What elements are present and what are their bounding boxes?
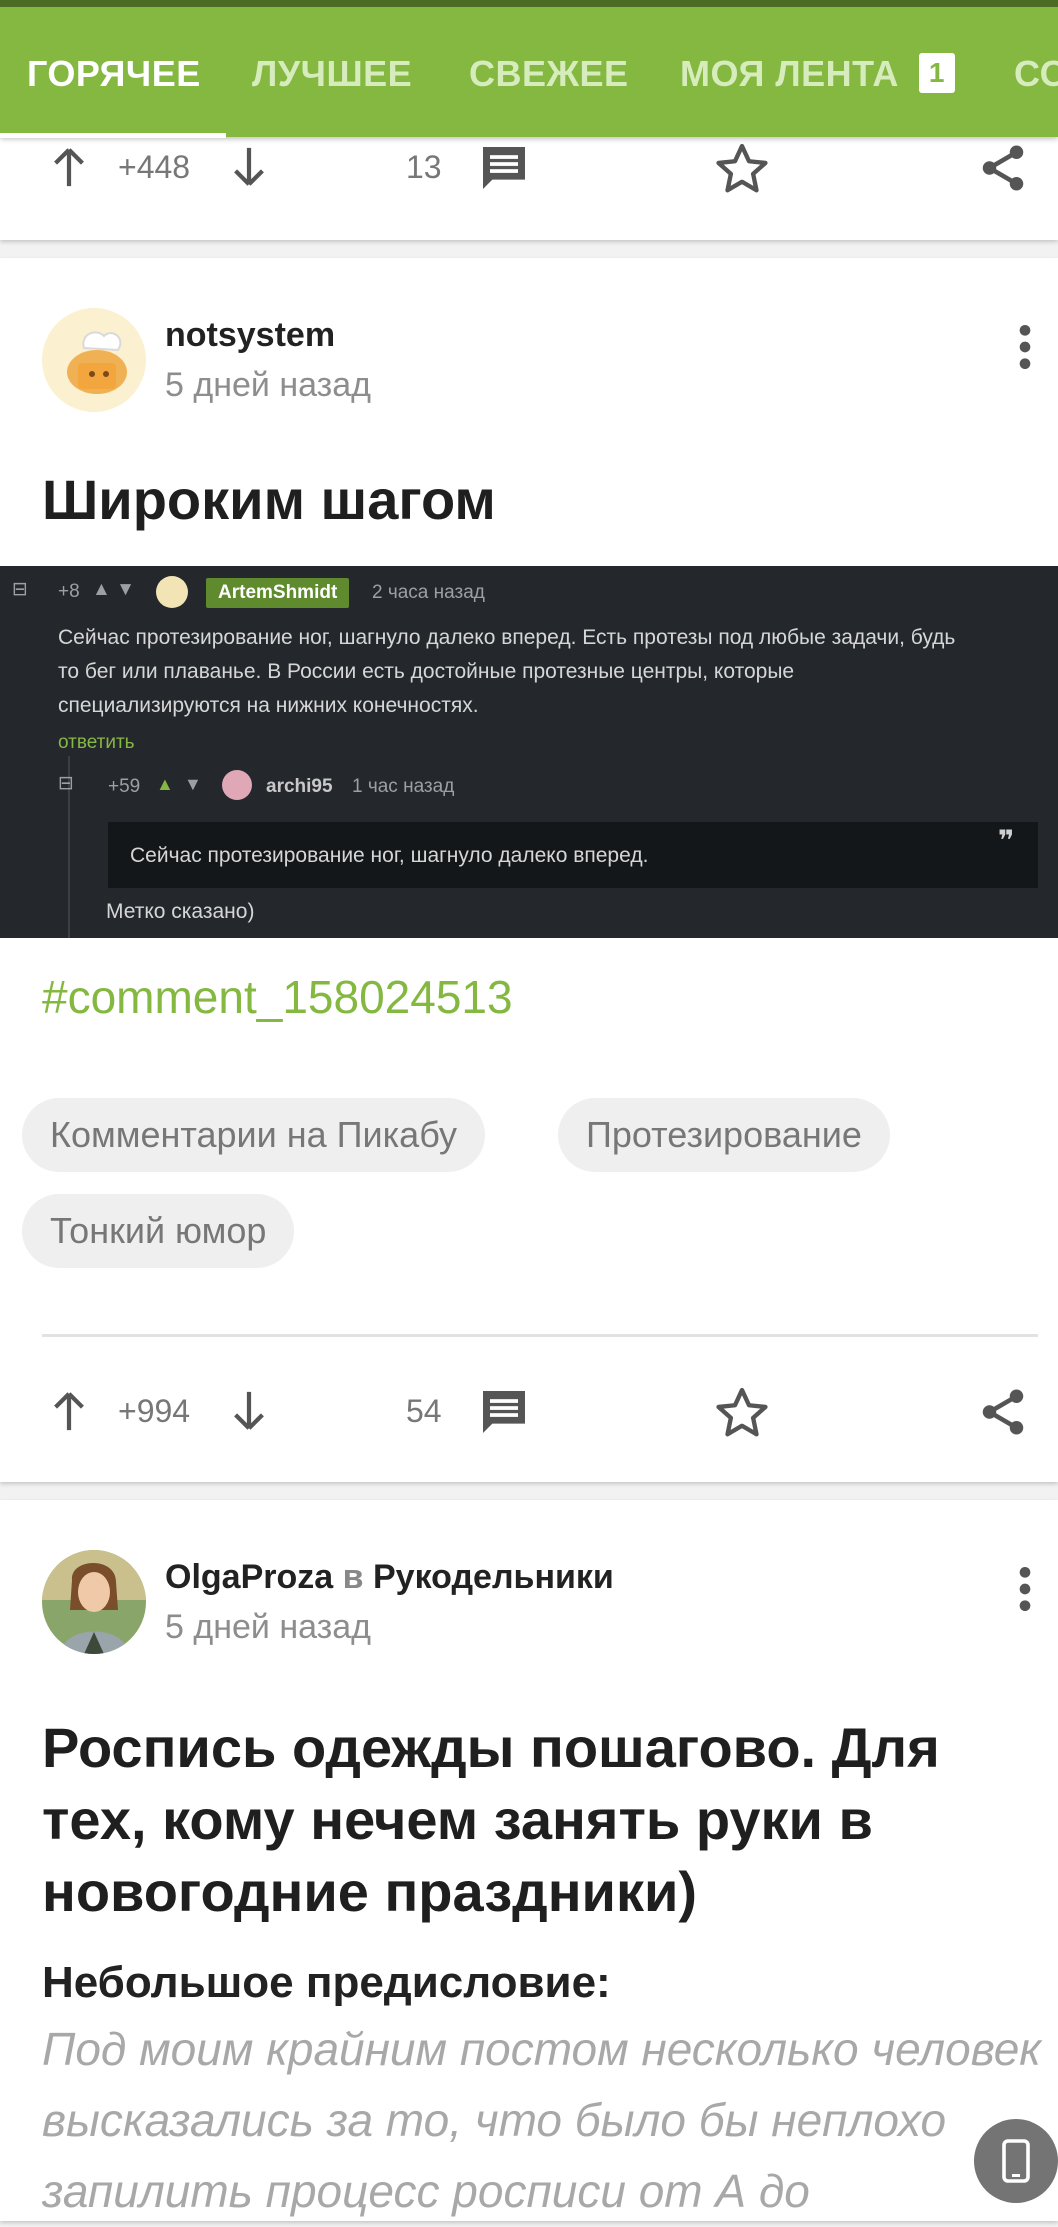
screenshot-reply-link: ответить <box>58 732 135 753</box>
feed-count-badge: 1 <box>918 53 955 93</box>
comments-count: 54 <box>406 1393 442 1429</box>
arrow-down-icon[interactable] <box>226 144 272 190</box>
author-line: OlgaProza в Рукодельники <box>165 1558 614 1597</box>
arrow-down-icon[interactable] <box>226 1388 272 1434</box>
author-name[interactable]: notsystem <box>165 316 335 355</box>
post-card: notsystem 5 дней назад Широким шагом ⊟ +… <box>0 258 1058 1482</box>
screenshot-quote: Сейчас протезирование ног, шагнуло далек… <box>130 844 649 867</box>
tag-pikabu-comments[interactable]: Комментарии на Пикабу <box>22 1098 486 1172</box>
tab-my-feed[interactable]: МОЯ ЛЕНТА 1 <box>680 7 955 137</box>
upvote-icon: ▲ <box>156 774 174 794</box>
post-time: 5 дней назад <box>165 1608 371 1646</box>
comment-link[interactable]: #comment_158024513 <box>42 970 513 1024</box>
post-title[interactable]: Широким шагом <box>42 464 1018 536</box>
star-icon[interactable] <box>712 140 772 198</box>
tag-subtle-humor[interactable]: Тонкий юмор <box>22 1194 295 1268</box>
comment-icon[interactable] <box>476 1384 532 1440</box>
collapse-icon: ⊟ <box>12 579 28 600</box>
collapse-icon-2: ⊟ <box>58 773 74 794</box>
comment-icon[interactable] <box>476 140 532 196</box>
tab-my-feed-label: МОЯ ЛЕНТА <box>680 53 899 94</box>
phone-icon <box>1002 2139 1030 2183</box>
tab-communities[interactable]: СО <box>1014 7 1058 137</box>
author-name[interactable]: OlgaProza <box>165 1558 333 1596</box>
share-icon[interactable] <box>976 140 1030 196</box>
screenshot-time-1: 2 часа назад <box>372 582 485 603</box>
post-subheading: Небольшое предисловие: <box>42 1958 611 2007</box>
more-options-icon[interactable] <box>1010 1564 1040 1614</box>
screenshot-score-1: +8 <box>58 581 80 602</box>
tabs: ГОРЯЧЕЕ ЛУЧШЕЕ СВЕЖЕЕ МОЯ ЛЕНТА 1 СО <box>0 7 1058 138</box>
screenshot-line-3: специализируются на нижних конечностях. <box>58 694 479 717</box>
post-time: 5 дней назад <box>165 366 371 404</box>
screenshot-avatar-2 <box>222 770 252 800</box>
post-rating: +994 <box>118 1393 191 1429</box>
tab-hot[interactable]: ГОРЯЧЕЕ <box>27 7 201 137</box>
arrow-up-icon[interactable] <box>46 1388 92 1434</box>
arrow-up-icon[interactable] <box>46 144 92 190</box>
tab-fresh[interactable]: СВЕЖЕЕ <box>469 7 629 137</box>
screenshot-score-2: +59 <box>108 776 141 797</box>
tag-prosthetics[interactable]: Протезирование <box>558 1098 890 1172</box>
avatar[interactable] <box>42 308 146 412</box>
vote-arrows-icon: ▲ ▼ <box>92 579 135 600</box>
screenshot-reply-text: Метко сказано) <box>106 900 255 923</box>
post-card: OlgaProza в Рукодельники 5 дней назад Ро… <box>0 1500 1058 2221</box>
post-title[interactable]: Роспись одежды пошагово. Для тех, кому н… <box>42 1712 1018 1928</box>
community-name[interactable]: Рукодельники <box>373 1558 614 1596</box>
star-icon[interactable] <box>712 1384 772 1442</box>
active-tab-indicator <box>0 133 226 138</box>
post-intro-text: Под моим крайним постом несколько челове… <box>42 2023 1041 2217</box>
post-actions: +994 54 <box>0 1366 1058 1456</box>
screenshot-line-1: Сейчас протезирование ног, шагнуло далек… <box>58 626 956 649</box>
tab-best[interactable]: ЛУЧШЕЕ <box>252 7 412 137</box>
screenshot-username-1: ArtemShmidt <box>206 578 350 608</box>
screenshot-line-2: то бег или плаванье. В России есть досто… <box>58 660 795 683</box>
screenshot-username-2: archi95 <box>266 776 333 797</box>
downvote-icon: ▼ <box>184 774 202 794</box>
share-icon[interactable] <box>976 1384 1030 1440</box>
status-strip <box>0 0 1058 7</box>
divider <box>42 1334 1038 1337</box>
screenshot-avatar <box>156 576 188 608</box>
more-options-icon[interactable] <box>1010 322 1040 372</box>
avatar[interactable] <box>42 1550 146 1654</box>
top-tab-bar: ГОРЯЧЕЕ ЛУЧШЕЕ СВЕЖЕЕ МОЯ ЛЕНТА 1 СО <box>0 0 1058 138</box>
screenshot-time-2: 1 час назад <box>352 776 455 797</box>
mobile-view-button[interactable] <box>974 2119 1058 2203</box>
comment-screenshot[interactable]: ⊟ +8 ▲ ▼ ArtemShmidt 2 часа назад Сейчас… <box>0 566 1058 938</box>
quote-icon: ❞ <box>998 825 1015 856</box>
community-prefix: в <box>342 1558 364 1596</box>
